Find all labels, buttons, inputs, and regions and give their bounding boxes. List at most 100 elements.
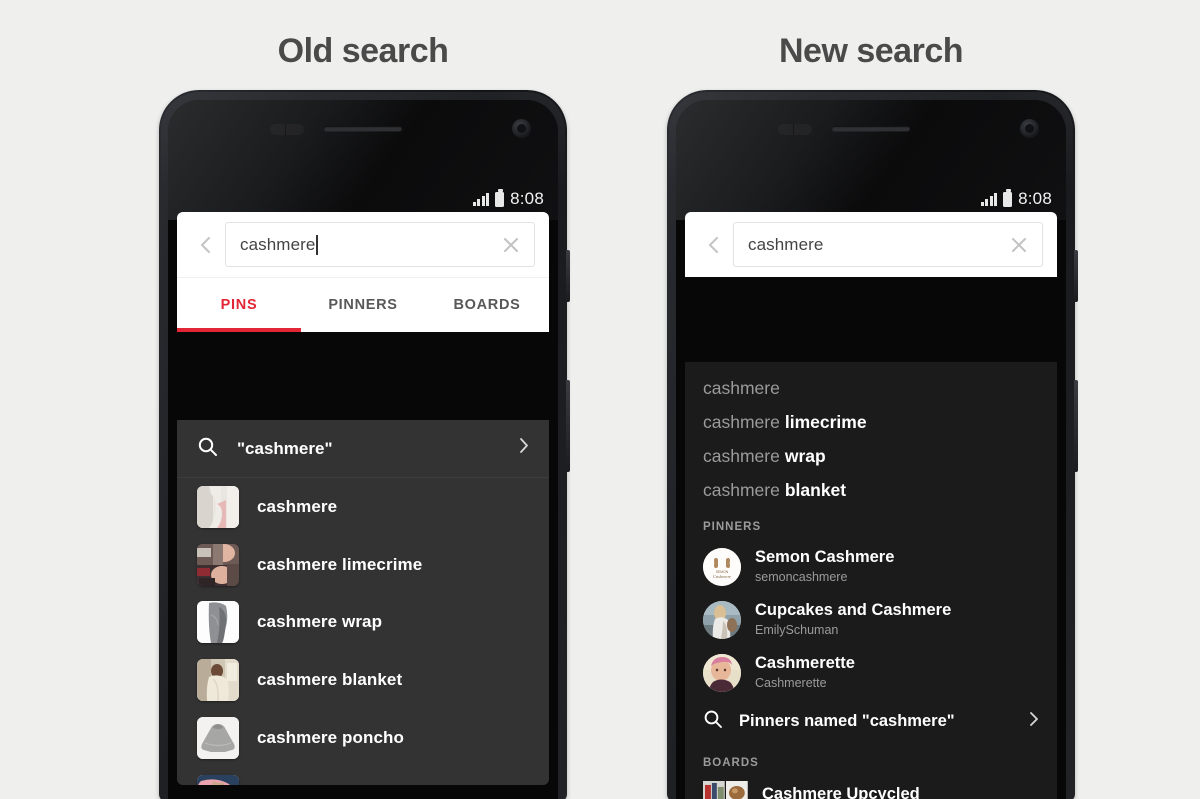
new-search-phone: 8:08 cashmere cashmere cashmere limecrim… <box>667 90 1078 799</box>
upcycled-grid-thumb <box>703 780 748 799</box>
front-camera-icon <box>512 119 531 138</box>
list-item[interactable]: cashmere sweater outfit <box>177 767 549 785</box>
boards-section-header: BOARDS <box>703 757 759 769</box>
pinners-named-query-row[interactable]: Pinners named "cashmere" <box>685 699 1057 743</box>
text-caret <box>316 234 318 255</box>
pinner-name: Semon Cashmere <box>755 548 895 567</box>
search-input[interactable]: cashmere <box>225 222 535 267</box>
chevron-right-icon <box>1029 711 1039 732</box>
list-item-label: cashmere poncho <box>257 728 404 748</box>
old-results-panel: "cashmere" cashmere cashmere limecrime c… <box>177 420 549 785</box>
old-search-caption: Old search <box>277 32 449 70</box>
pinner-meta: Cashmerette Cashmerette <box>755 654 855 690</box>
phone-screen: 8:08 cashmere PINS PINNERS BOARDS "cashm… <box>168 100 558 799</box>
list-item[interactable]: cashmere limecrime <box>177 536 549 594</box>
suggestion-completion: blanket <box>784 479 847 500</box>
front-camera-icon <box>1020 119 1039 138</box>
battery-icon <box>495 189 505 207</box>
semon-logo-avatar: SEMON Cashmere <box>703 547 741 586</box>
portrait-collage-thumb <box>197 543 239 586</box>
magnifier-icon <box>197 436 219 462</box>
signal-bars-icon <box>472 192 490 206</box>
list-item[interactable]: cashmere blanket <box>177 651 549 709</box>
result-tabs: PINS PINNERS BOARDS <box>177 277 549 332</box>
pinner-handle: semoncashmere <box>755 569 848 584</box>
suggestion-prefix: cashmere <box>703 445 780 466</box>
suggestion-item[interactable]: cashmere wrap <box>685 439 1057 473</box>
search-header-card: cashmere PINS PINNERS BOARDS <box>177 212 549 332</box>
list-item[interactable]: cashmere wrap <box>177 594 549 652</box>
exact-query-row[interactable]: "cashmere" <box>177 420 549 478</box>
magnifier-icon <box>703 709 723 734</box>
proximity-sensor-icon <box>778 124 812 135</box>
back-chevron-icon[interactable] <box>191 230 221 260</box>
clear-x-icon[interactable] <box>500 234 522 256</box>
exact-query-label: "cashmere" <box>237 438 333 458</box>
new-results-panel: cashmere cashmere limecrime cashmere wra… <box>685 362 1057 799</box>
suggestion-prefix: cashmere <box>703 479 780 500</box>
suggestion-completion: limecrime <box>784 411 867 432</box>
list-item-label: cashmere <box>257 496 338 516</box>
suggestion-completion: wrap <box>784 445 826 466</box>
list-item-label: cashmere limecrime <box>257 554 423 574</box>
list-item-label: cashmere blanket <box>257 670 403 690</box>
status-clock: 8:08 <box>510 189 544 208</box>
blonde-street-avatar <box>703 600 741 639</box>
suggestion-item[interactable]: cashmere limecrime <box>685 405 1057 439</box>
beige-knit-thumb <box>197 485 239 528</box>
pink-hair-avatar <box>703 653 741 692</box>
list-item[interactable]: Cashmere Upcycled by Colleen Fowler <box>685 776 1057 799</box>
earpiece-speaker-icon <box>324 126 402 131</box>
pinners-section-header: PINNERS <box>703 521 762 533</box>
pink-sweater-thumb <box>197 774 239 785</box>
list-item-label: cashmere wrap <box>257 612 383 632</box>
board-meta: Cashmere Upcycled by Colleen Fowler <box>762 785 920 799</box>
pinner-handle: EmilySchuman <box>755 622 839 637</box>
board-name: Cashmere Upcycled <box>762 784 920 799</box>
search-input[interactable]: cashmere <box>733 222 1043 267</box>
status-clock: 8:08 <box>1018 189 1052 208</box>
list-item[interactable]: cashmere <box>177 478 549 536</box>
search-row: cashmere <box>177 212 549 277</box>
suggestion-prefix: cashmere <box>703 411 780 432</box>
status-bar: 8:08 <box>676 186 1066 212</box>
pinners-named-query-label: Pinners named "cashmere" <box>739 711 955 730</box>
new-search-caption: New search <box>779 32 964 70</box>
chevron-right-icon <box>519 437 529 460</box>
active-tab-indicator <box>177 328 301 332</box>
battery-icon <box>1003 189 1013 207</box>
pinner-name: Cashmerette <box>755 654 855 673</box>
grey-wrap-thumb <box>197 601 239 644</box>
status-bar: 8:08 <box>168 186 558 212</box>
earpiece-speaker-icon <box>832 126 910 131</box>
svg-text:Cashmere: Cashmere <box>713 574 731 579</box>
pinner-handle: Cashmerette <box>755 675 827 690</box>
old-search-phone: 8:08 cashmere PINS PINNERS BOARDS "cashm… <box>159 90 570 799</box>
tab-boards[interactable]: BOARDS <box>425 297 549 313</box>
search-header-card: cashmere <box>685 212 1057 277</box>
back-chevron-icon[interactable] <box>699 230 729 260</box>
volume-button[interactable] <box>1074 380 1078 472</box>
list-item[interactable]: Cupcakes and Cashmere EmilySchuman <box>685 593 1057 646</box>
proximity-sensor-icon <box>270 124 304 135</box>
tab-pins[interactable]: PINS <box>177 297 301 313</box>
tab-pinners[interactable]: PINNERS <box>301 297 425 313</box>
suggestion-prefix: cashmere <box>703 377 780 398</box>
volume-button[interactable] <box>566 380 570 472</box>
suggestion-item[interactable]: cashmere blanket <box>685 473 1057 507</box>
signal-bars-icon <box>980 192 998 206</box>
power-button[interactable] <box>566 250 570 302</box>
suggestion-item[interactable]: cashmere <box>685 371 1057 405</box>
comparison-stage: Old search New search 8:08 cashmere PINS… <box>0 0 1200 799</box>
list-item[interactable]: SEMON Cashmere Semon Cashmere semoncashme… <box>685 540 1057 593</box>
search-row: cashmere <box>685 212 1057 277</box>
phone-screen: 8:08 cashmere cashmere cashmere limecrim… <box>676 100 1066 799</box>
search-input-value: cashmere <box>748 234 824 254</box>
search-input-value: cashmere <box>240 234 316 254</box>
grey-poncho-thumb <box>197 717 239 760</box>
clear-x-icon[interactable] <box>1008 234 1030 256</box>
power-button[interactable] <box>1074 250 1078 302</box>
list-item[interactable]: Cashmerette Cashmerette <box>685 646 1057 699</box>
pinner-meta: Semon Cashmere semoncashmere <box>755 548 894 584</box>
list-item[interactable]: cashmere poncho <box>177 709 549 767</box>
